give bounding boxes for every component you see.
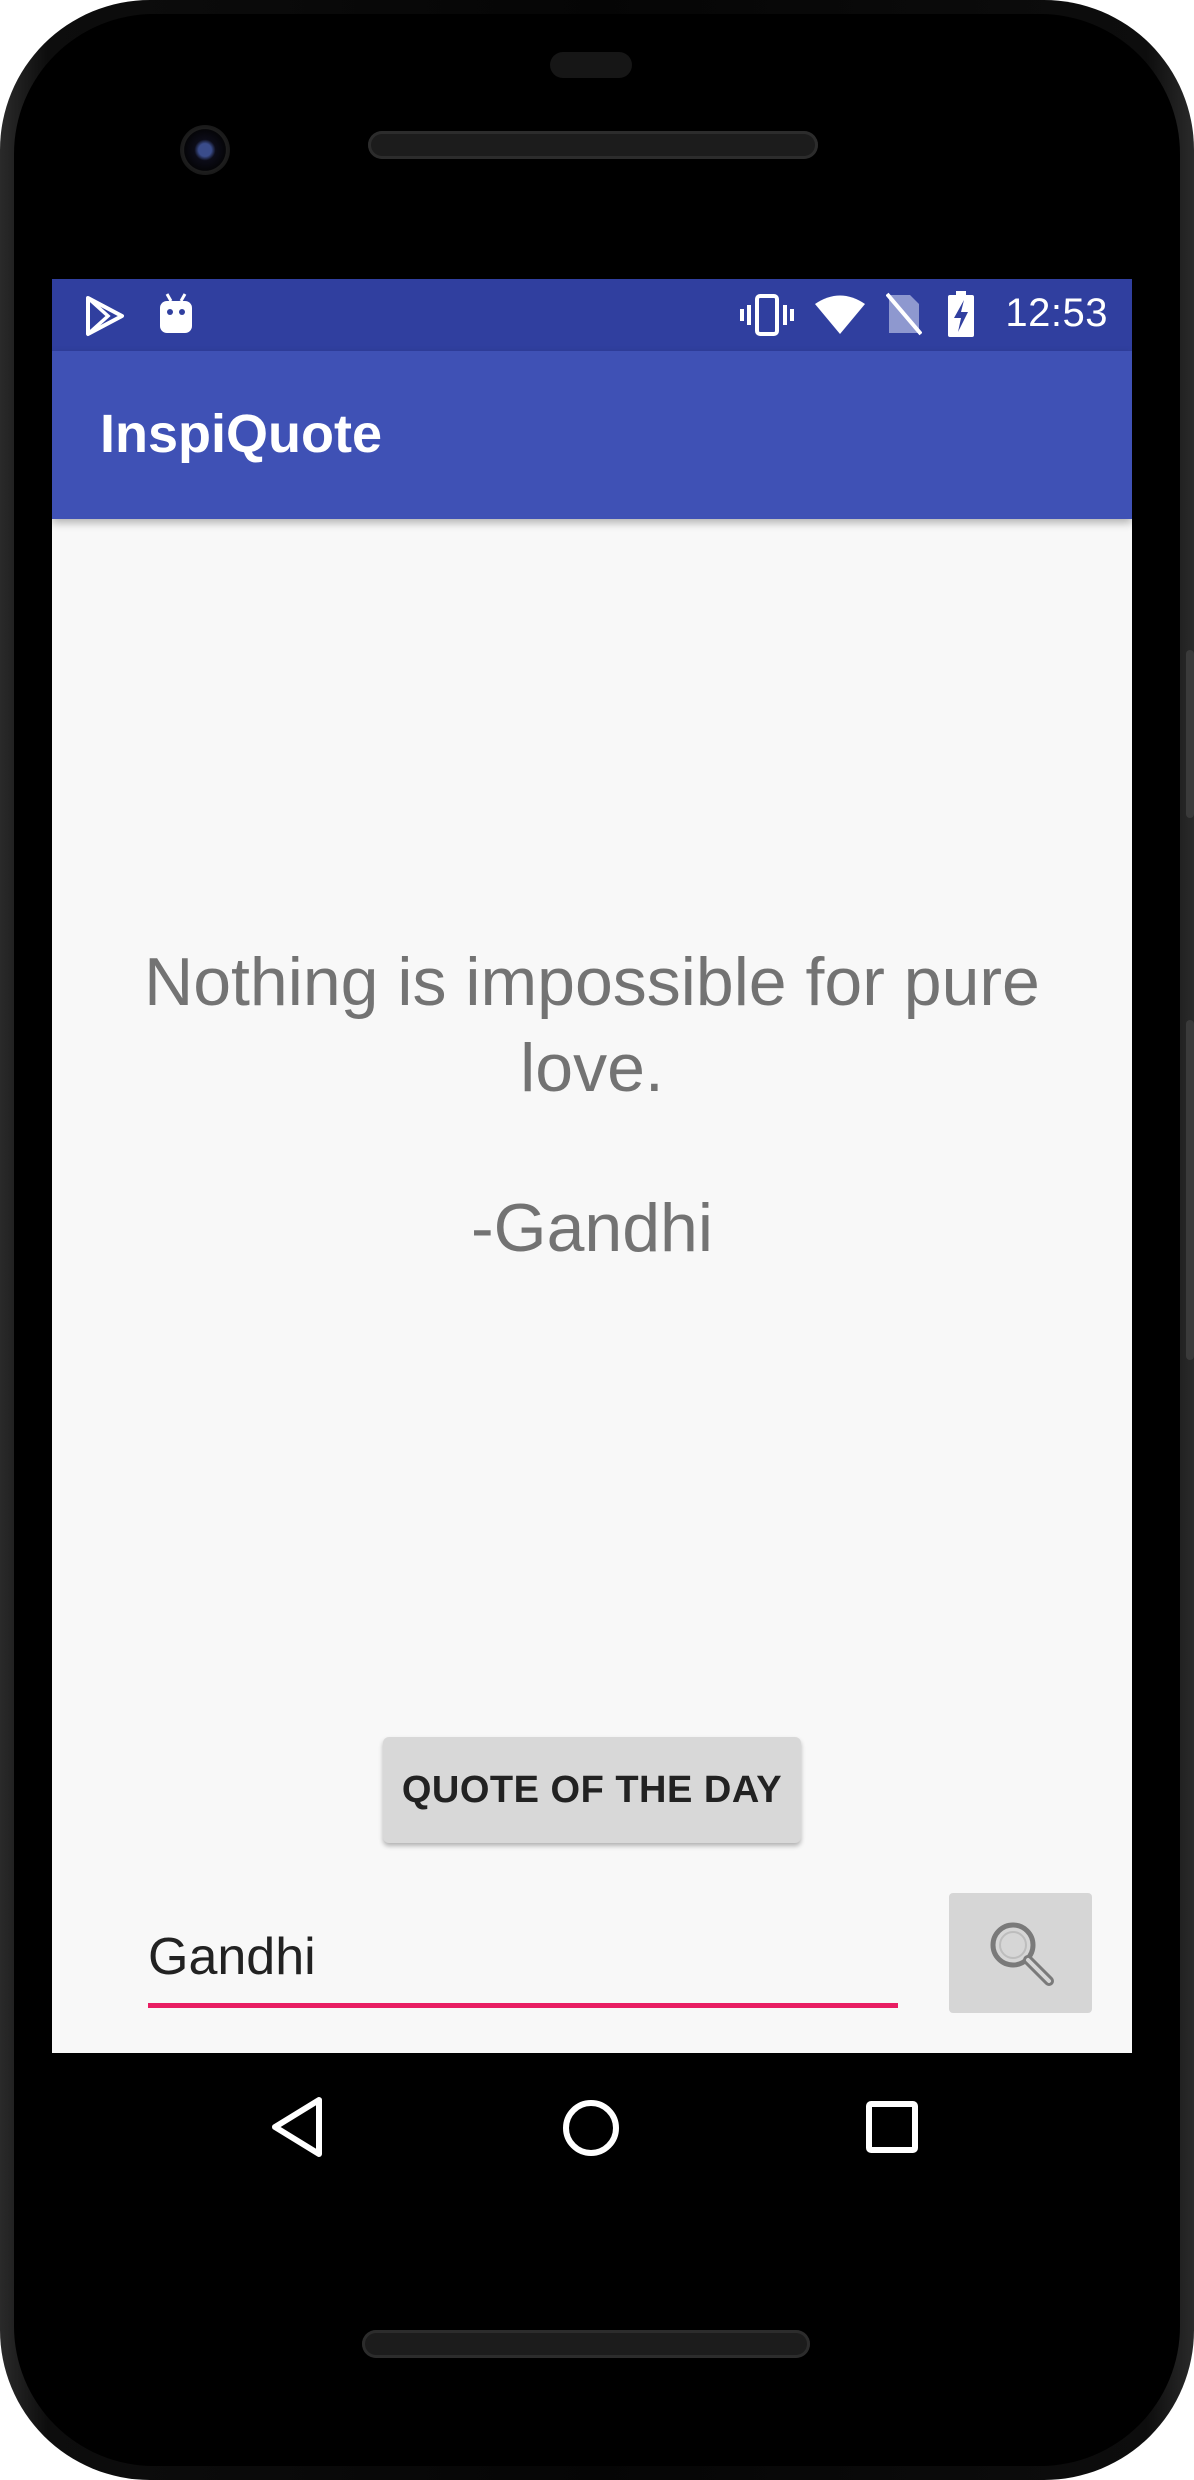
proximity-sensor bbox=[550, 52, 632, 78]
android-icon bbox=[160, 293, 192, 333]
search-icon bbox=[990, 1922, 1054, 1986]
no-sim-icon bbox=[886, 292, 922, 336]
recents-icon[interactable] bbox=[865, 2100, 919, 2154]
search-input-underline bbox=[148, 2003, 898, 2008]
play-store-icon bbox=[86, 296, 124, 336]
front-camera bbox=[180, 125, 230, 175]
search-input[interactable] bbox=[148, 1917, 898, 1997]
back-icon[interactable] bbox=[269, 2094, 325, 2160]
screen: 12:53 InspiQuote Nothing is impossible f… bbox=[52, 279, 1132, 2053]
app-title: InspiQuote bbox=[100, 404, 382, 464]
status-bar: 12:53 bbox=[52, 279, 1132, 351]
home-icon[interactable] bbox=[561, 2098, 621, 2158]
status-time: 12:53 bbox=[1005, 291, 1108, 335]
wifi-icon bbox=[815, 295, 865, 334]
vibrate-icon bbox=[740, 294, 794, 336]
earpiece-speaker bbox=[368, 131, 818, 159]
bottom-speaker bbox=[362, 2330, 810, 2358]
search-button[interactable] bbox=[949, 1893, 1092, 2013]
app-bar: InspiQuote bbox=[52, 351, 1132, 519]
battery-charging-icon bbox=[948, 291, 974, 337]
volume-button bbox=[1186, 1020, 1194, 1360]
quote-text: Nothing is impossible for pure love. bbox=[144, 944, 1040, 1106]
navigation-bar bbox=[52, 2053, 1132, 2203]
quote-of-the-day-button[interactable]: QUOTE OF THE DAY bbox=[383, 1737, 801, 1843]
phone-frame: 12:53 InspiQuote Nothing is impossible f… bbox=[0, 0, 1194, 2480]
quote-author: -Gandhi bbox=[471, 1190, 713, 1266]
power-button bbox=[1186, 650, 1194, 818]
